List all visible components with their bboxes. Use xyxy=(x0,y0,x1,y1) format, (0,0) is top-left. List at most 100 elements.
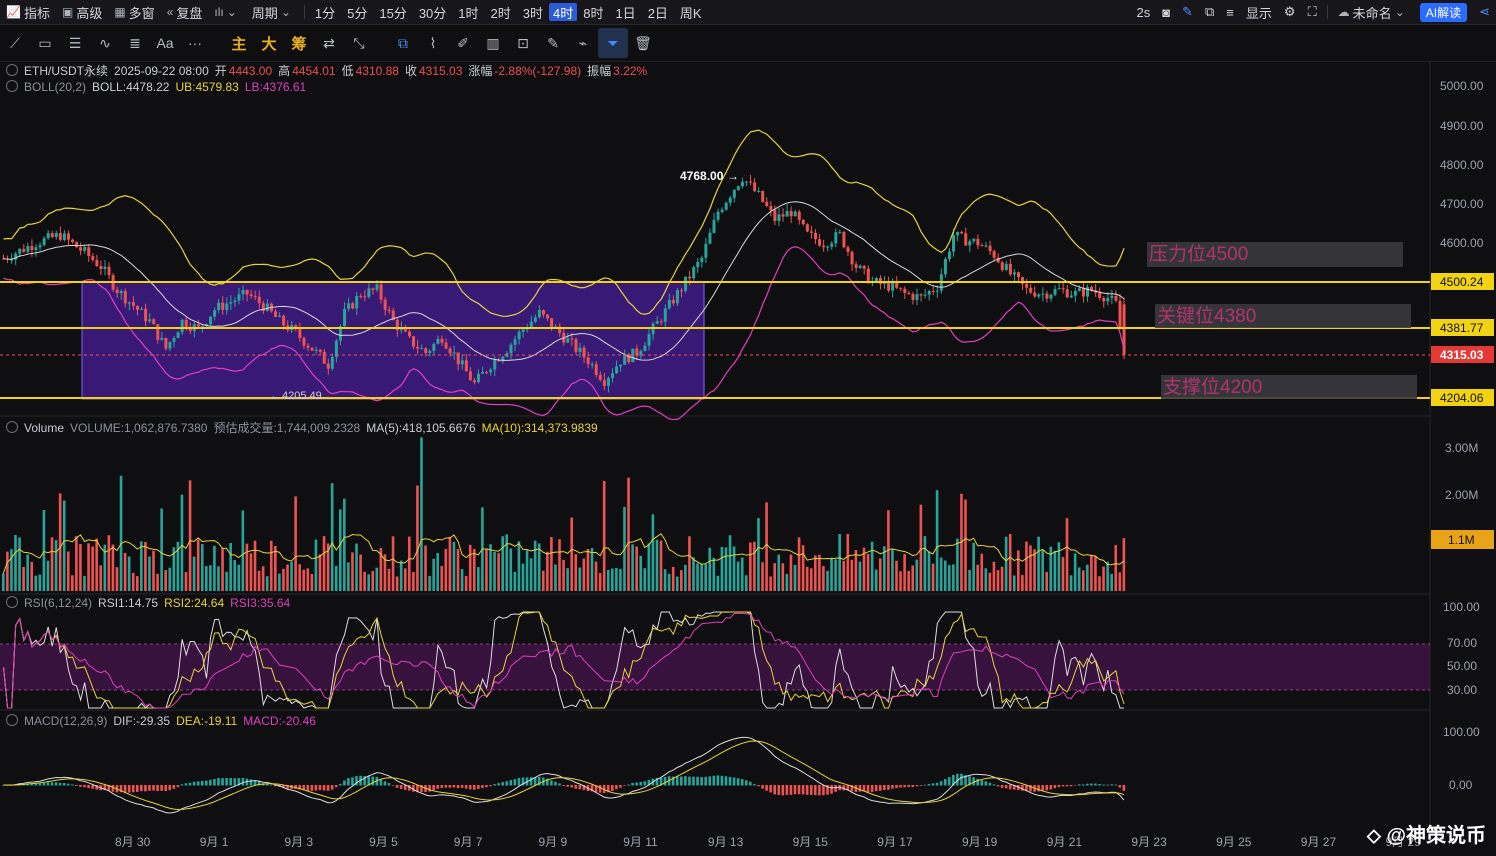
volume-bar xyxy=(919,504,923,591)
volume-bar xyxy=(785,574,789,591)
candle-body xyxy=(452,352,456,354)
tf-4h[interactable]: 4时 xyxy=(548,3,578,21)
pattern-icon[interactable]: ▥ xyxy=(478,28,508,58)
swap-icon[interactable]: ⇄ xyxy=(314,28,344,58)
tf-30m[interactable]: 30分 xyxy=(413,0,452,24)
tf-1h[interactable]: 1时 xyxy=(452,0,484,24)
fullscreen-icon[interactable]: ⛶ xyxy=(1302,0,1323,24)
eye-icon[interactable] xyxy=(6,596,18,608)
candle-body xyxy=(870,281,874,284)
trash-icon[interactable]: 🗑 xyxy=(628,28,658,58)
candle-body xyxy=(956,231,960,236)
candle-body xyxy=(359,296,363,298)
volume-bar xyxy=(834,559,837,591)
volume-bar xyxy=(310,573,314,591)
refresh-interval[interactable]: 2s xyxy=(1131,0,1157,24)
macd-histogram-bar xyxy=(351,777,354,786)
indicators-button[interactable]: 📈 指标 xyxy=(0,0,56,24)
multi-window-button[interactable]: ▦ 多窗 xyxy=(108,0,160,24)
volume-bar xyxy=(915,559,919,591)
tf-2h[interactable]: 2时 xyxy=(485,0,517,24)
volume-bar xyxy=(688,536,691,591)
chart-type-button[interactable]: ılı ⌄ xyxy=(208,0,245,24)
macd-histogram-bar xyxy=(359,775,362,786)
advanced-button[interactable]: ▣ 高级 xyxy=(56,0,108,24)
lock-icon[interactable]: ⊡ xyxy=(508,28,538,58)
volume-bar xyxy=(952,564,955,591)
eye-icon[interactable] xyxy=(6,80,18,92)
filter-icon[interactable]: ⏷ xyxy=(598,28,628,58)
tf-3h[interactable]: 3时 xyxy=(517,0,549,24)
eye-icon[interactable] xyxy=(6,714,18,726)
layout-button[interactable]: ☁ 未命名 ⌄ xyxy=(1332,0,1414,24)
volume-bar xyxy=(440,565,444,591)
brush-icon[interactable]: ✐ xyxy=(448,28,478,58)
camera-icon[interactable]: ◙ xyxy=(1156,0,1176,24)
big-order-button[interactable]: 大 xyxy=(254,28,284,58)
candle-body xyxy=(286,325,290,331)
macd-histogram-bar xyxy=(968,776,971,786)
macd-histogram-bar xyxy=(334,785,338,788)
tf-1d[interactable]: 1日 xyxy=(609,0,641,24)
menu-icon[interactable]: ≡ xyxy=(1220,0,1240,24)
volume-bar xyxy=(769,576,772,591)
volume-bar xyxy=(700,563,703,591)
candle-body xyxy=(1090,287,1094,291)
pencil-icon[interactable]: ✎ xyxy=(1176,0,1199,24)
period-button[interactable]: 周期 ⌄ xyxy=(246,0,300,24)
volume-bar xyxy=(1049,546,1053,591)
eye-icon[interactable] xyxy=(6,421,18,433)
macd-histogram-bar xyxy=(326,785,330,791)
candle-body xyxy=(318,349,322,352)
magnet-icon[interactable]: ⌁ xyxy=(568,28,598,58)
tf-2d[interactable]: 2日 xyxy=(642,0,674,24)
macd-histogram-bar xyxy=(322,785,326,791)
main-force-button[interactable]: 主 xyxy=(224,28,254,58)
volume-bar xyxy=(497,553,500,591)
trendline-icon[interactable]: ⟋ xyxy=(0,28,30,58)
volume-bar xyxy=(972,542,975,591)
tf-8h[interactable]: 8时 xyxy=(577,0,609,24)
candle-body xyxy=(477,373,481,383)
note-icon[interactable]: ✎ xyxy=(538,28,568,58)
popout-icon[interactable]: ⧉ xyxy=(1199,0,1220,24)
copy-icon[interactable]: ⧉ xyxy=(388,28,418,58)
measure-icon[interactable]: ⤡ xyxy=(344,28,374,58)
candle-body xyxy=(675,290,679,304)
display-button[interactable]: 显示 xyxy=(1240,0,1278,24)
rectangle-icon[interactable]: ▭ xyxy=(30,28,60,58)
ai-explain-button[interactable]: AI解读 xyxy=(1419,2,1468,22)
tf-15m[interactable]: 15分 xyxy=(373,0,412,24)
settings-icon[interactable]: ⚙ xyxy=(1278,0,1302,24)
wave-icon[interactable]: ∿ xyxy=(90,28,120,58)
fib-icon[interactable]: ≣ xyxy=(120,28,150,58)
candle-body xyxy=(184,319,188,328)
volume-bar xyxy=(655,539,659,591)
tf-5m[interactable]: 5分 xyxy=(341,0,373,24)
volume-bar xyxy=(968,569,971,591)
volume-bar xyxy=(306,568,310,591)
macd-histogram-bar xyxy=(651,778,655,786)
horizontal-lines-icon[interactable]: ☰ xyxy=(60,28,90,58)
candle-body xyxy=(858,265,862,269)
volume-bar xyxy=(10,549,13,591)
macd-histogram-bar xyxy=(428,785,431,792)
macd-histogram-bar xyxy=(919,785,923,786)
tf-1w[interactable]: 周K xyxy=(674,0,708,24)
volume-bar xyxy=(793,564,797,591)
replay-button[interactable]: «复盘 xyxy=(161,0,209,24)
candles xyxy=(2,174,1126,393)
chips-button[interactable]: 筹 xyxy=(284,28,314,58)
ruler-icon[interactable]: ⌇ xyxy=(418,28,448,58)
current-price-tag xyxy=(1431,346,1494,363)
candle-body xyxy=(464,360,468,372)
tf-1m[interactable]: 1分 xyxy=(309,0,341,24)
more-tools[interactable]: ··· xyxy=(180,28,210,58)
macd-histogram-bar xyxy=(294,785,297,790)
text-tool[interactable]: Aa xyxy=(150,28,180,58)
share-icon[interactable]: ⋖ xyxy=(1473,0,1496,24)
eye-icon[interactable] xyxy=(6,64,18,76)
macd-histogram-bar xyxy=(675,776,679,786)
volume-bars xyxy=(2,437,1126,591)
candle-body xyxy=(582,347,586,358)
